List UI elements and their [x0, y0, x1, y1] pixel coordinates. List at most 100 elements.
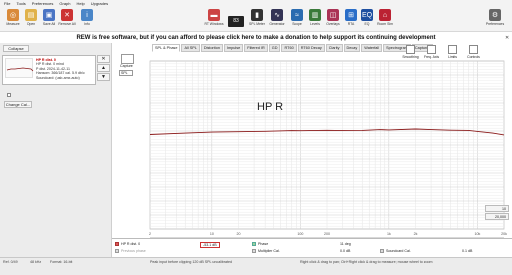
status-peak: Peak input before clipping 120 dB SPL un…	[150, 260, 232, 264]
legend-value: -53.1 dB	[203, 243, 217, 247]
zoom-low-field[interactable]: 10	[485, 205, 509, 212]
main-toolbar: 83 ◎ Measure ▤ Open ▣ Save All ✕ Remove All i Inf…	[0, 7, 512, 32]
collapse-button[interactable]: Collapse	[3, 45, 29, 52]
menu-bar: File Tools Preferences Graph Help Upgrades	[0, 0, 512, 7]
tab-rt60-decay[interactable]: RT60 Decay	[297, 44, 325, 52]
legend-phase[interactable]: Phase	[252, 242, 269, 247]
tab-waterfall[interactable]: Waterfall	[361, 44, 383, 52]
measure-button[interactable]: ◎ Measure	[4, 9, 22, 31]
rt-windows-button[interactable]: ▬ RT Windows	[204, 9, 224, 31]
overlays-icon: ◫	[327, 9, 339, 21]
tab-filtered-ir[interactable]: Filtered IR	[244, 44, 268, 52]
status-rate: 48 kHz	[30, 260, 42, 264]
room-sim-icon: ⌂	[379, 9, 391, 21]
legend-multiplier[interactable]: Multiplier Cal.	[252, 249, 280, 254]
measurement-panel: Collapse HP R dist. 0 HP R dist. 0 mind …	[0, 43, 112, 257]
tab-decay[interactable]: Decay	[343, 44, 361, 52]
toolbar-label: Generator	[269, 22, 285, 26]
remove-icon: ✕	[61, 9, 73, 21]
eq-icon: EQ	[361, 9, 373, 21]
arrow-down-icon: ▼	[101, 74, 106, 80]
measurement-info: HP R dist. 0 HP R dist. 0 mind P dist. 2…	[36, 58, 85, 80]
legend-soundcard-label: Soundcard Cal.	[386, 249, 411, 253]
scope-button[interactable]: ≈ Scope	[288, 9, 306, 31]
toolbar-label: Remove All	[58, 22, 76, 26]
graph-tabs: SPL & Phase All SPL Distortion Impulse Filte…	[152, 44, 434, 52]
menu-item-file[interactable]: File	[4, 0, 10, 7]
preferences-button[interactable]: ⚙ Preferences	[486, 9, 504, 31]
donation-banner[interactable]: REW is free software, but if you can aff…	[0, 33, 512, 43]
spl-graph[interactable]: HP R 2 10 20 100 200 1k 2k 10k 20k	[112, 53, 512, 239]
tab-all-spl[interactable]: All SPL	[181, 44, 200, 52]
toolbar-label: Info	[84, 22, 90, 26]
tab-gd[interactable]: GD	[268, 44, 281, 52]
menu-item-preferences[interactable]: Preferences	[32, 0, 54, 7]
rta-icon: ⊞	[345, 9, 357, 21]
scope-icon: ≈	[291, 9, 303, 21]
room-sim-button[interactable]: ⌂ Room Sim	[376, 9, 394, 31]
menu-item-graph[interactable]: Graph	[59, 0, 70, 7]
generator-button[interactable]: ∿ Generator	[268, 9, 286, 31]
tab-rt60[interactable]: RT60	[281, 44, 297, 52]
x-tick-label: 20k	[501, 232, 507, 236]
save-icon: ▣	[43, 9, 55, 21]
overlays-button[interactable]: ◫ Overlays	[324, 9, 342, 31]
legend-multiplier-label: Multiplier Cal.	[258, 249, 280, 253]
toolbar-label: RTA	[347, 22, 355, 26]
multiplier-swatch	[252, 249, 256, 254]
move-up-button[interactable]: ▲	[97, 64, 110, 72]
legend-previous-phase[interactable]: Previous phase	[115, 249, 146, 254]
levels-icon: ▥	[309, 9, 321, 21]
toolbar-label: Open	[26, 22, 36, 26]
status-ref: Ref. 0/49	[3, 260, 18, 264]
soundcard-value: 0.1 dB	[462, 249, 473, 253]
x-tick-label: 1k	[387, 232, 391, 236]
legend-phase-label: Phase	[258, 242, 269, 246]
close-icon: ✕	[101, 56, 106, 62]
info-button[interactable]: i Info	[78, 9, 96, 31]
toolbar-label: Measure	[6, 22, 20, 26]
chart-title: HP R	[257, 101, 283, 113]
x-tick-label: 20	[237, 232, 241, 236]
close-measurement-button[interactable]: ✕	[97, 55, 110, 63]
tab-spl-phase[interactable]: SPL & Phase	[152, 44, 181, 52]
phase-swatch	[252, 242, 256, 247]
status-format: Format: 16-bit	[50, 260, 73, 264]
toolbar-label: SPL Meter	[249, 22, 265, 26]
previous-swatch	[115, 249, 119, 254]
move-down-button[interactable]: ▼	[97, 73, 110, 81]
tab-clarity[interactable]: Clarity	[325, 44, 343, 52]
tab-distortion[interactable]: Distortion	[200, 44, 223, 52]
measurement-checkbox[interactable]	[7, 93, 11, 97]
zoom-high-field[interactable]: 20,000	[485, 213, 509, 220]
measurement-thumbnail	[5, 58, 34, 78]
legend-soundcard[interactable]: Soundcard Cal.	[380, 249, 411, 254]
legend-panel: HP R dist. 0 -53.1 dB Phase 11 deg Multi…	[112, 238, 512, 257]
x-tick-label: 2	[149, 232, 151, 236]
toolbar-label: Preferences	[485, 22, 505, 26]
toolbar-label: Save All	[42, 22, 56, 26]
legend-series[interactable]: HP R dist. 0	[115, 242, 141, 247]
x-tick-label: 100	[297, 232, 303, 236]
levels-button[interactable]: ▥ Levels	[306, 9, 324, 31]
soundcard-swatch	[380, 249, 384, 254]
close-icon[interactable]: ✕	[505, 35, 511, 41]
status-hint: Right click & drag to pan; Ctrl+Right cl…	[300, 260, 433, 264]
open-button[interactable]: ▤ Open	[22, 9, 40, 31]
toolbar-label: Room Sim	[377, 22, 393, 26]
toolbar-label: EQ	[364, 22, 370, 26]
menu-item-tools[interactable]: Tools	[16, 0, 25, 7]
measurement-card[interactable]: HP R dist. 0 HP R dist. 0 mind P dist. 2…	[2, 55, 96, 97]
menu-item-upgrades[interactable]: Upgrades	[91, 0, 108, 7]
info-icon: i	[81, 9, 93, 21]
eq-button[interactable]: EQ EQ	[358, 9, 376, 31]
menu-item-help[interactable]: Help	[77, 0, 85, 7]
remove-button[interactable]: ✕ Remove All	[58, 9, 76, 31]
toolbar-label: Scope	[292, 22, 302, 26]
tab-impulse[interactable]: Impulse	[223, 44, 244, 52]
change-cal-button[interactable]: Change Cal...	[4, 101, 32, 108]
spl-meter-button[interactable]: ▮ SPL Meter	[248, 9, 266, 31]
toolbar-label: Levels	[310, 22, 320, 26]
save-button[interactable]: ▣ Save All	[40, 9, 58, 31]
legend-series-name: HP R dist. 0	[121, 242, 141, 246]
